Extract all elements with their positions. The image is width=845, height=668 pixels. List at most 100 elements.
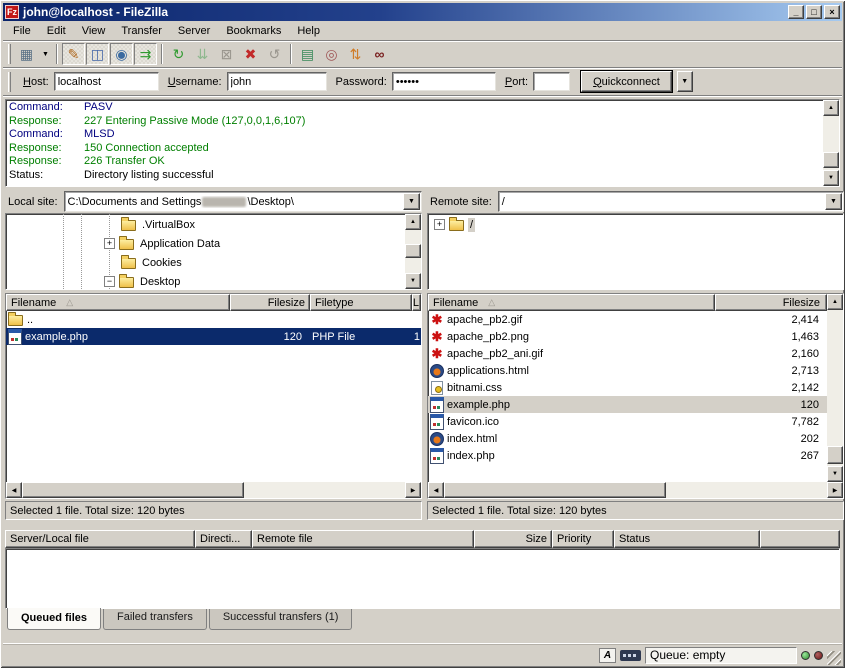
resize-grip[interactable] [827, 651, 841, 665]
scrollbar-thumb[interactable] [823, 152, 839, 168]
message-log-lines[interactable]: Command:PASV Response:227 Entering Passi… [6, 100, 823, 186]
column-header-filetype[interactable]: Filetype [310, 294, 412, 311]
file-name: index.html [447, 433, 497, 445]
host-input[interactable] [54, 72, 159, 91]
scrollbar-thumb[interactable] [827, 446, 843, 464]
queue-tabs: Queued files Failed transfers Successful… [5, 609, 840, 630]
local-site-dropdown-icon[interactable]: ▼ [403, 193, 420, 210]
maximize-button[interactable]: □ [806, 5, 822, 19]
close-button[interactable]: × [824, 5, 840, 19]
local-site-combobox[interactable]: C:\Documents and Settings\Desktop\ ▼ [64, 191, 422, 212]
file-row-selected[interactable]: example.php 120 [428, 396, 827, 413]
toggle-queue-icon[interactable]: ⇉ [134, 43, 157, 65]
scroll-right-icon[interactable]: ▶ [827, 482, 843, 498]
toggle-log-icon[interactable]: ✎ [62, 43, 85, 65]
scroll-up-icon[interactable]: ▲ [405, 214, 421, 230]
menu-transfer[interactable]: Transfer [113, 23, 170, 39]
port-input[interactable] [533, 72, 570, 91]
scrollbar-thumb[interactable] [22, 482, 244, 498]
titlebar[interactable]: Fz john@localhost - FileZilla _ □ × [3, 3, 842, 21]
local-horizontal-scrollbar[interactable]: ◀ ▶ [6, 482, 421, 498]
menu-edit[interactable]: Edit [39, 23, 74, 39]
tab-failed-transfers[interactable]: Failed transfers [103, 609, 207, 630]
scroll-down-icon[interactable]: ▼ [827, 466, 843, 482]
file-row[interactable]: index.html 202 [428, 430, 827, 447]
file-row[interactable]: favicon.ico 7,782 [428, 413, 827, 430]
find-files-icon[interactable]: ∞ [368, 43, 391, 65]
menu-bookmarks[interactable]: Bookmarks [218, 23, 289, 39]
file-row[interactable]: apache_pb2.gif 2,414 [428, 311, 827, 328]
menu-help[interactable]: Help [289, 23, 328, 39]
log-vertical-scrollbar[interactable]: ▲ ▼ [823, 100, 839, 186]
column-header-lastmodified[interactable]: L [412, 294, 421, 311]
remote-vertical-scrollbar[interactable]: ▲ ▼ [827, 294, 843, 482]
tree-item-virtualbox[interactable]: .VirtualBox [6, 215, 405, 234]
site-manager-icon[interactable]: ▦ [15, 43, 38, 65]
file-row[interactable]: bitnami.css 2,142 [428, 379, 827, 396]
refresh-icon[interactable]: ↻ [167, 43, 190, 65]
remote-site-dropdown-icon[interactable]: ▼ [825, 193, 842, 210]
tree-item-desktop[interactable]: − Desktop [6, 272, 405, 289]
scrollbar-thumb[interactable] [444, 482, 666, 498]
quickconnect-grip[interactable] [8, 72, 11, 92]
tree-item-application-data[interactable]: + Application Data [6, 234, 405, 253]
toggle-remote-tree-icon[interactable]: ◉ [110, 43, 133, 65]
username-input[interactable] [227, 72, 327, 91]
tree-expand-icon[interactable]: + [104, 238, 115, 249]
filter-icon[interactable]: ▤ [296, 43, 319, 65]
column-header-filename[interactable]: Filename△ [428, 294, 715, 311]
quickconnect-dropdown-icon[interactable]: ▼ [677, 71, 693, 92]
tree-item-cookies[interactable]: Cookies [6, 253, 405, 272]
file-row-example-php[interactable]: example.php 120 PHP File 1 [6, 328, 421, 345]
scroll-up-icon[interactable]: ▲ [827, 294, 843, 310]
file-row[interactable]: applications.html 2,713 [428, 362, 827, 379]
column-header-size[interactable]: Size [474, 530, 552, 548]
column-header-filesize[interactable]: Filesize [230, 294, 310, 311]
quickconnect-button[interactable]: Quickconnect [581, 71, 672, 92]
tab-successful-transfers[interactable]: Successful transfers (1) [209, 609, 353, 630]
scrollbar-thumb[interactable] [405, 244, 421, 258]
directory-comparison-icon[interactable]: ◎ [320, 43, 343, 65]
tree-item-root[interactable]: + / [428, 215, 843, 234]
minimize-button[interactable]: _ [788, 5, 804, 19]
menu-file[interactable]: File [5, 23, 39, 39]
password-input[interactable] [392, 72, 496, 91]
file-row[interactable]: index.php 267 [428, 447, 827, 464]
column-header-filename[interactable]: Filename△ [6, 294, 230, 311]
site-manager-caret-icon[interactable]: ▼ [39, 43, 52, 65]
tree-expand-icon[interactable]: + [434, 219, 445, 230]
tree-collapse-icon[interactable]: − [104, 276, 115, 287]
reconnect-icon[interactable]: ↺ [263, 43, 286, 65]
remote-site-combobox[interactable]: / ▼ [498, 191, 844, 212]
column-header-status[interactable]: Status [614, 530, 760, 548]
scroll-up-icon[interactable]: ▲ [823, 100, 839, 116]
scroll-right-icon[interactable]: ▶ [405, 482, 421, 498]
remote-horizontal-scrollbar[interactable]: ◀ ▶ [428, 482, 843, 498]
synchronized-browsing-icon[interactable]: ⇅ [344, 43, 367, 65]
file-size: 2,142 [715, 379, 827, 396]
column-header-priority[interactable]: Priority [552, 530, 614, 548]
menu-view[interactable]: View [74, 23, 114, 39]
process-queue-icon[interactable]: ⇊ [191, 43, 214, 65]
cancel-icon[interactable]: ⊠ [215, 43, 238, 65]
menu-server[interactable]: Server [170, 23, 218, 39]
local-tree-vertical-scrollbar[interactable]: ▲ ▼ [405, 214, 421, 289]
column-header-server-local-file[interactable]: Server/Local file [5, 530, 195, 548]
scroll-left-icon[interactable]: ◀ [6, 482, 22, 498]
toggle-local-tree-icon[interactable]: ◫ [86, 43, 109, 65]
column-header-remote-file[interactable]: Remote file [252, 530, 474, 548]
scroll-left-icon[interactable]: ◀ [428, 482, 444, 498]
tab-queued-files[interactable]: Queued files [7, 608, 101, 630]
scroll-down-icon[interactable]: ▼ [823, 170, 839, 186]
column-header-direction[interactable]: Directi... [195, 530, 252, 548]
local-list-rows: .. example.php 120 PHP File 1 [6, 311, 421, 482]
column-header-filesize[interactable]: Filesize [715, 294, 827, 311]
file-name: example.php [25, 331, 88, 343]
file-row[interactable]: apache_pb2_ani.gif 2,160 [428, 345, 827, 362]
toolbar-grip[interactable] [8, 44, 11, 64]
file-row[interactable]: apache_pb2.png 1,463 [428, 328, 827, 345]
queue-body[interactable] [5, 548, 840, 609]
file-row-parent-dir[interactable]: .. [6, 311, 421, 328]
disconnect-icon[interactable]: ✖ [239, 43, 262, 65]
scroll-down-icon[interactable]: ▼ [405, 273, 421, 289]
